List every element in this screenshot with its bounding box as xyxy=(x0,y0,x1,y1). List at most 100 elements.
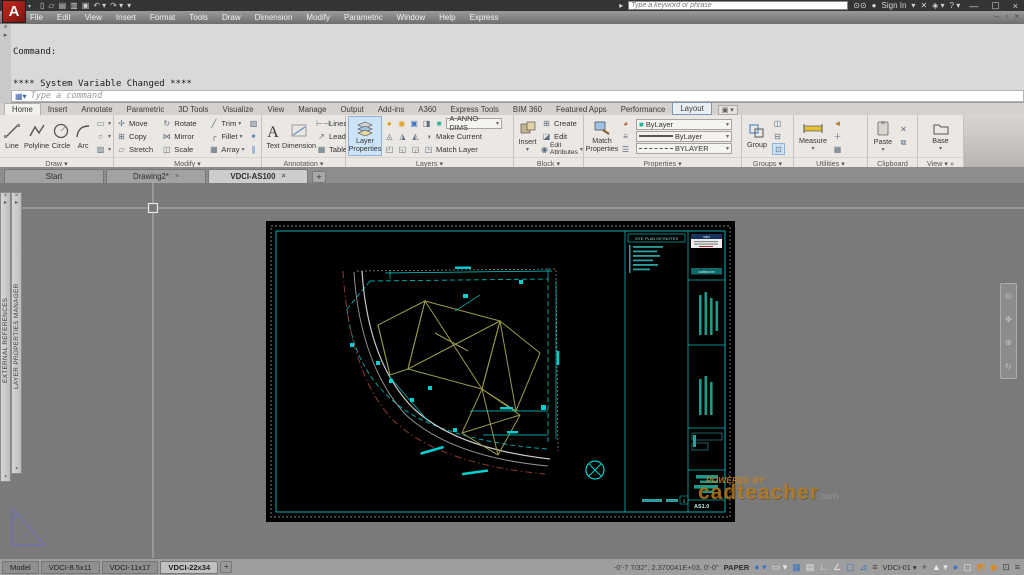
calculator-icon[interactable]: ▦ xyxy=(832,145,843,154)
materials-icon[interactable]: ◕ xyxy=(620,119,631,128)
move-button[interactable]: ✢Move xyxy=(116,117,159,129)
file-tab-start[interactable]: Start xyxy=(4,169,104,183)
match-properties-button[interactable]: Match Properties xyxy=(586,116,618,156)
array-button[interactable]: ▦Array▾ xyxy=(208,143,246,155)
signin-button[interactable]: Sign In xyxy=(882,1,907,10)
edit-attributes-button[interactable]: ◉Edit Attributes▾ xyxy=(541,143,581,155)
rectangle-tool-icon[interactable]: ▭ xyxy=(95,119,106,128)
dimension-button[interactable]: Dimension xyxy=(284,116,314,156)
menu-file[interactable]: File xyxy=(30,13,43,22)
arc-button[interactable]: Arc xyxy=(73,116,93,156)
layout-tab-vdci-11x17[interactable]: VDCI-11x17 xyxy=(102,561,159,574)
rotate-button[interactable]: ↻Rotate xyxy=(161,117,206,129)
ribbon-tab-output[interactable]: Output xyxy=(333,104,370,115)
group-button[interactable]: Group xyxy=(744,116,770,156)
undo-icon[interactable]: ↶ ▾ xyxy=(93,1,106,11)
edit-block-button[interactable]: ◪Edit xyxy=(541,130,581,142)
pan-icon[interactable]: ✥ xyxy=(1005,315,1012,324)
plot-icon[interactable]: ▣ xyxy=(82,1,90,11)
cut-icon[interactable]: ✕ xyxy=(898,125,909,134)
line-button[interactable]: Line xyxy=(2,116,22,156)
quick-select-icon[interactable]: ◄ xyxy=(832,119,843,128)
ribbon-tab-performance[interactable]: Performance xyxy=(614,104,673,115)
point-icon[interactable]: ＋ xyxy=(832,131,843,142)
menu-express[interactable]: Express xyxy=(470,13,499,22)
app-menu-arrow-icon[interactable]: ▾ xyxy=(28,3,31,10)
new-file-icon[interactable]: ▯ xyxy=(40,1,44,11)
layer-dropdown[interactable]: A-ANNO-DIMS▾ xyxy=(446,118,502,129)
osnap-icon[interactable]: ▢ xyxy=(846,562,855,573)
exchange-apps-icon[interactable]: ✕ xyxy=(920,1,927,10)
layer-viewport-icon[interactable]: ▣ xyxy=(409,119,419,128)
isolate-objects-icon[interactable]: ◩ xyxy=(977,562,986,573)
palette-autohide-icon[interactable]: ▪ xyxy=(4,474,6,481)
annotation-visibility-icon[interactable]: ▲ ▾ xyxy=(932,562,948,573)
layer-on-icon[interactable]: ● xyxy=(384,119,394,128)
command-input[interactable]: ▦▾ Type a command xyxy=(11,90,1024,102)
base-button[interactable]: Base▾ xyxy=(927,116,955,156)
minimize-button[interactable]: — xyxy=(965,1,982,11)
add-scales-icon[interactable]: + xyxy=(922,562,927,572)
color-dropdown[interactable]: ■ByLayer▾ xyxy=(636,119,732,130)
ungroup-icon[interactable]: ◫ xyxy=(772,119,783,128)
ortho-icon[interactable]: ∟ xyxy=(819,562,828,572)
close-button[interactable]: × xyxy=(1009,1,1022,11)
layer-thaw-icon[interactable]: ◉ xyxy=(396,119,406,128)
polar-tracking-icon[interactable]: ∠ xyxy=(833,562,841,573)
command-line-side-rail[interactable]: ×▸ xyxy=(0,24,11,103)
graphics-performance-icon[interactable]: ◆ xyxy=(990,562,997,573)
menu-dimension[interactable]: Dimension xyxy=(255,13,293,22)
group-selection-icon[interactable]: ⊡ xyxy=(773,145,784,154)
close-tab-icon[interactable]: × xyxy=(175,173,179,180)
menu-modify[interactable]: Modify xyxy=(306,13,330,22)
new-layout-button[interactable]: + xyxy=(220,561,232,573)
restore-button[interactable]: ▢ xyxy=(987,0,1004,11)
ribbon-tab-parametric[interactable]: Parametric xyxy=(120,104,172,115)
menu-format[interactable]: Format xyxy=(150,13,175,22)
ribbon-tab-bim360[interactable]: BIM 360 xyxy=(506,104,549,115)
annotation-scale-control[interactable]: VDCI-01 ▾ xyxy=(882,563,916,572)
redo-icon[interactable]: ↷ ▾ xyxy=(110,1,123,11)
grid-icon[interactable]: ▦ xyxy=(792,562,801,573)
layout-tab-vdci-22x34[interactable]: VDCI-22x34 xyxy=(160,561,218,574)
match-layer-button[interactable]: Match Layer xyxy=(436,145,478,154)
group-edit-icon[interactable]: ⊟ xyxy=(772,132,783,141)
ribbon-tab-add-ins[interactable]: Add-ins xyxy=(371,104,411,115)
palette-external-references[interactable]: × ▸ EXTERNAL REFERENCES ▪ xyxy=(0,192,11,482)
create-block-button[interactable]: ⊞Create xyxy=(541,117,581,129)
zoom-icon[interactable]: ⊕ xyxy=(1005,338,1012,347)
save-icon[interactable]: ▤ xyxy=(59,1,67,11)
ribbon-tab-visualize[interactable]: Visualize xyxy=(215,104,260,115)
paste-button[interactable]: Paste▾ xyxy=(870,116,896,156)
hatch-tool-icon[interactable]: ▨ xyxy=(95,145,106,154)
menu-window[interactable]: Window xyxy=(397,13,425,22)
menu-edit[interactable]: Edit xyxy=(57,13,71,22)
help-icon[interactable]: ? ▾ xyxy=(950,1,961,10)
ribbon-tab-3d-tools[interactable]: 3D Tools xyxy=(171,104,215,115)
scale-button[interactable]: ◫Scale xyxy=(161,143,206,155)
ribbon-tab-a360[interactable]: A360 xyxy=(411,104,443,115)
explode-icon[interactable]: ✶ xyxy=(248,132,259,141)
menu-help[interactable]: Help xyxy=(439,13,455,22)
drawing-canvas[interactable]: SITE PLAN KEYNOTES vdci cadteacher xyxy=(0,183,1024,558)
customization-icon[interactable]: ≡ xyxy=(1015,562,1020,572)
menu-tools[interactable]: Tools xyxy=(189,13,208,22)
signin-dropdown-icon[interactable]: ▾ xyxy=(911,1,915,10)
polyline-button[interactable]: Polyline xyxy=(24,116,49,156)
copy-clip-icon[interactable]: ⧉ xyxy=(898,138,909,148)
document-window-controls[interactable]: – ▫ × xyxy=(995,12,1021,21)
snap-icon[interactable]: ▤ xyxy=(806,562,815,573)
open-file-icon[interactable]: ▱ xyxy=(48,1,54,11)
stretch-button[interactable]: ▱Stretch xyxy=(116,143,159,155)
object-track-icon[interactable]: ⊿ xyxy=(860,562,868,573)
layout-tab-vdci-85x11[interactable]: VDCI-8.5x11 xyxy=(41,561,100,574)
search-input[interactable] xyxy=(628,1,848,10)
navigation-bar[interactable]: ◎ ✥ ⊕ ↻ xyxy=(1000,283,1017,379)
ribbon-tab-view[interactable]: View xyxy=(261,104,292,115)
layer-color-chip[interactable]: ■ xyxy=(434,119,444,128)
trim-button[interactable]: ╱Trim▾ xyxy=(208,117,246,129)
palette-close-icon[interactable]: × xyxy=(15,193,19,200)
new-drawing-tab-button[interactable]: + xyxy=(312,171,326,183)
lineweight-dropdown[interactable]: ByLayer▾ xyxy=(636,131,732,142)
insert-block-button[interactable]: Insert▾ xyxy=(516,116,539,156)
